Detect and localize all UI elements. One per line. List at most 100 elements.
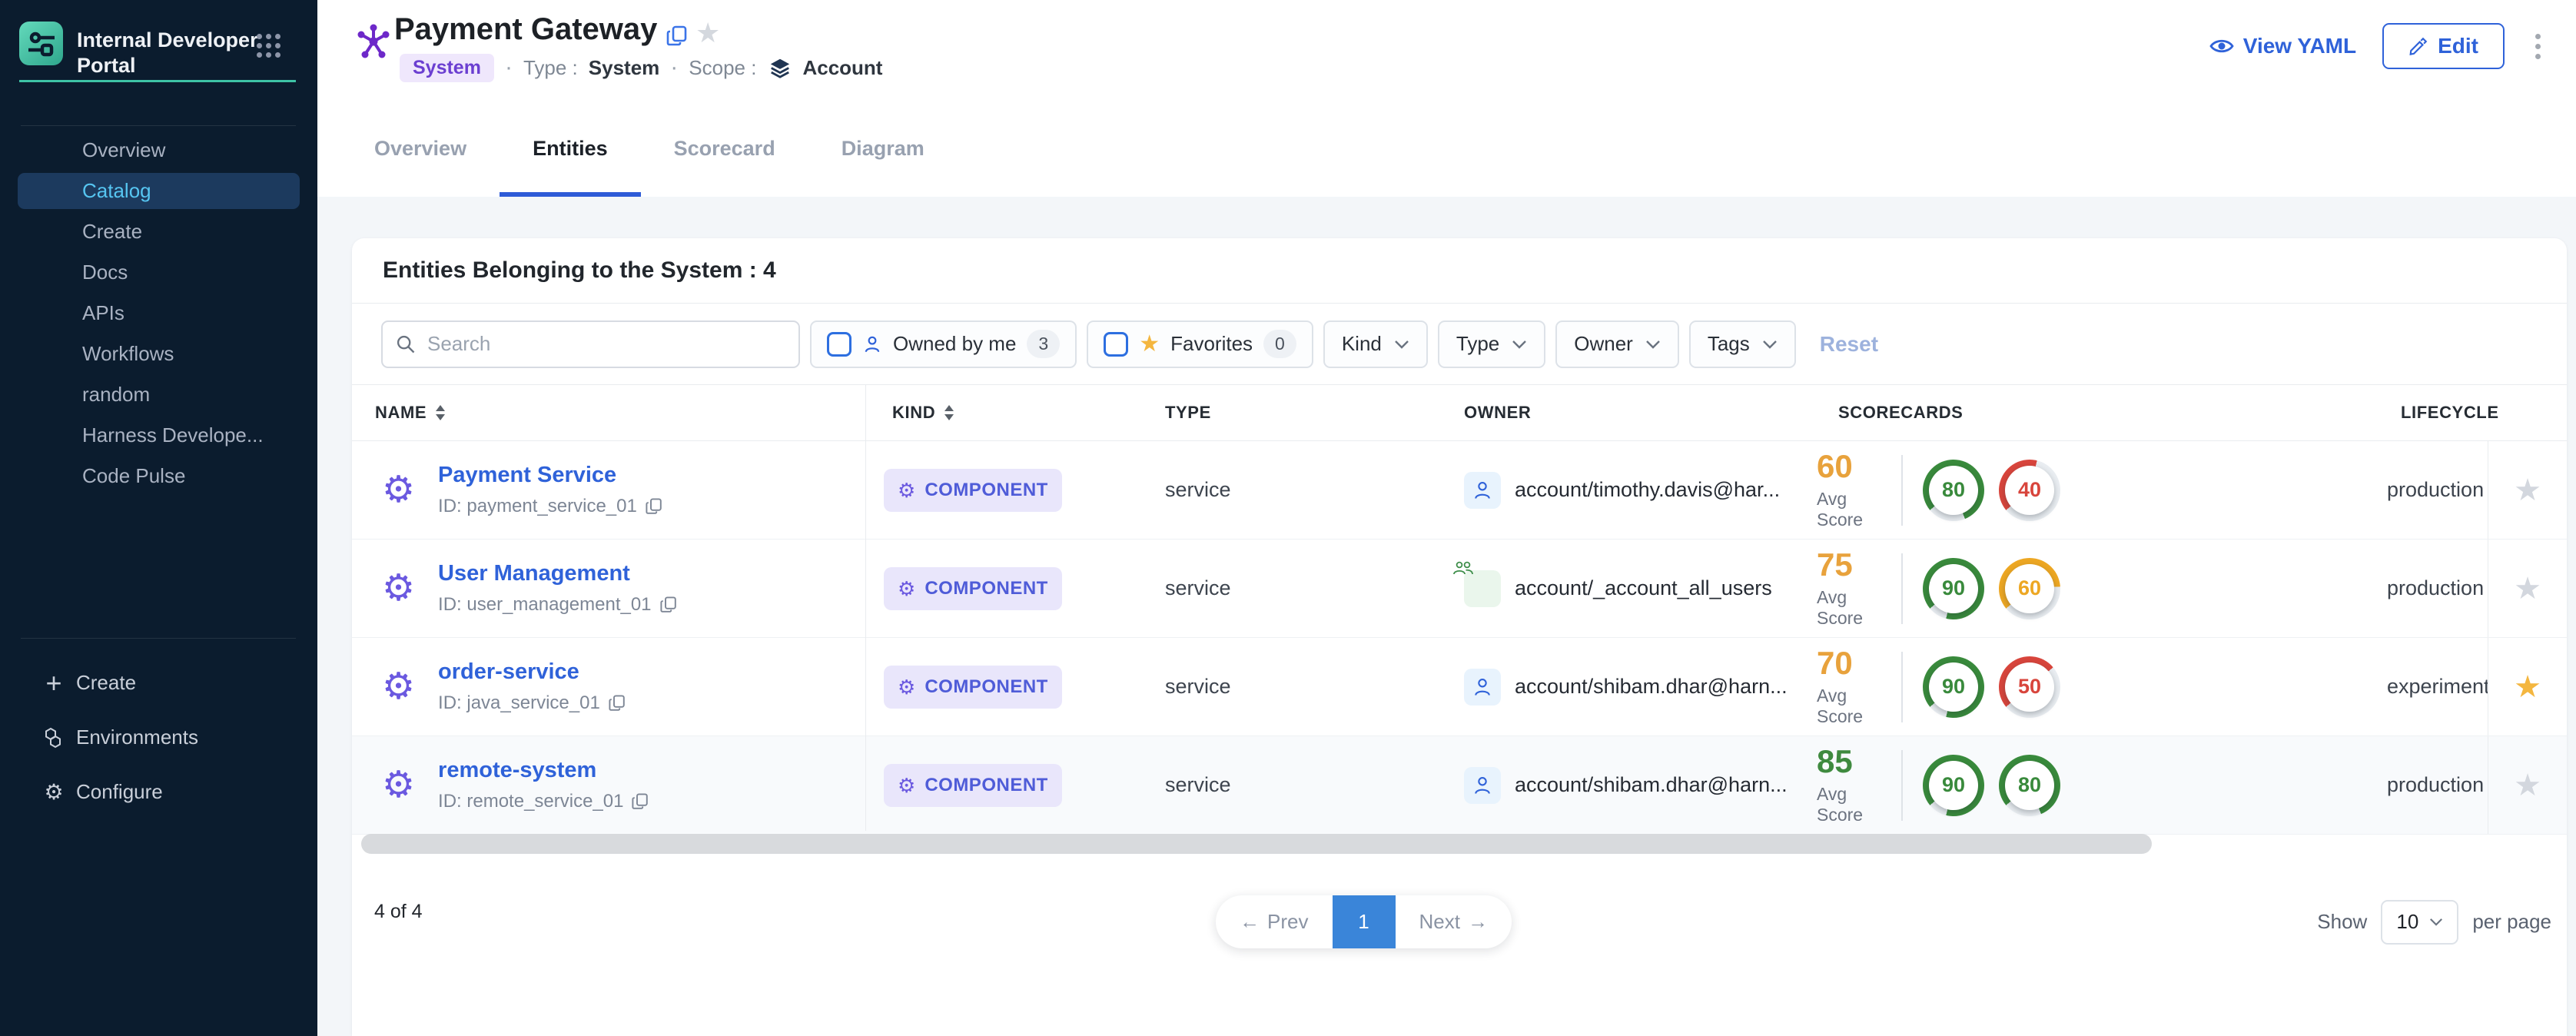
edit-button[interactable]: Edit <box>2382 23 2505 69</box>
favorites-count: 0 <box>1263 330 1296 358</box>
entity-link[interactable]: remote-system <box>438 758 596 782</box>
avg-score-value: 60 <box>1817 450 1897 483</box>
score-gauge: 60 <box>1999 558 2060 619</box>
score-gauge: 80 <box>1923 460 1984 521</box>
dot-separator: · <box>505 55 513 81</box>
favorite-star-icon[interactable]: ★ <box>2514 473 2541 508</box>
owner-avatar-icon <box>1464 570 1501 607</box>
owner-avatar-icon <box>1464 767 1501 804</box>
owner-name: account/timothy.davis@har... <box>1515 478 1780 502</box>
kind-dropdown[interactable]: Kind <box>1323 320 1428 368</box>
next-page-button[interactable]: Next → <box>1396 895 1512 948</box>
page-size-select[interactable]: 10 <box>2381 900 2458 945</box>
favorite-star-icon[interactable]: ★ <box>2514 571 2541 606</box>
per-page-label: per page <box>2472 910 2551 934</box>
favorite-star-icon[interactable]: ★ <box>2514 669 2541 705</box>
owner-dropdown[interactable]: Owner <box>1555 320 1679 368</box>
tab-scorecard[interactable]: Scorecard <box>641 100 808 197</box>
name-cell: ⚙ remote-system ID: remote_service_01 <box>352 736 865 834</box>
avg-score-label: Avg Score <box>1817 686 1897 727</box>
sidebar-item-create[interactable]: Create <box>0 211 317 252</box>
sidebar-item-catalog[interactable]: Catalog <box>18 173 300 209</box>
copy-id-icon[interactable] <box>659 596 678 614</box>
person-icon <box>862 334 882 354</box>
scorecards-cell: 70 Avg Score 90 50 <box>1791 638 2313 735</box>
sidebar-item-code-pulse[interactable]: Code Pulse <box>0 456 317 496</box>
sidebar-item-configure[interactable]: ⚙ Configure <box>0 765 317 819</box>
owned-by-me-checkbox[interactable] <box>827 332 851 357</box>
eye-icon <box>2209 37 2234 55</box>
sidebar-item-overview[interactable]: Overview <box>0 130 317 171</box>
favorite-star-icon[interactable]: ★ <box>2514 768 2541 803</box>
sidebar-item-random[interactable]: random <box>0 374 317 415</box>
owned-by-me-filter[interactable]: Owned by me 3 <box>810 320 1077 368</box>
brand-divider <box>19 80 296 82</box>
entity-id: ID: remote_service_01 <box>438 791 623 812</box>
avg-score-value: 85 <box>1817 745 1897 778</box>
score-divider <box>1901 652 1903 722</box>
kind-cell: ⚙ COMPONENT <box>865 638 1145 735</box>
more-options-kebab-icon[interactable] <box>2531 29 2545 64</box>
owner-name: account/_account_all_users <box>1515 576 1772 600</box>
view-yaml-button[interactable]: View YAML <box>2209 34 2356 58</box>
score-gauge: 40 <box>1999 460 2060 521</box>
idp-logo-icon[interactable] <box>19 22 63 65</box>
column-header-kind[interactable]: KIND <box>865 403 1145 423</box>
kind-cell: ⚙ COMPONENT <box>865 736 1145 834</box>
entity-link[interactable]: Payment Service <box>438 463 616 487</box>
component-gear-icon: ⚙ <box>382 570 415 607</box>
tab-overview[interactable]: Overview <box>341 100 500 197</box>
sidebar-bottom-label: Configure <box>76 780 163 804</box>
type-dropdown[interactable]: Type <box>1438 320 1545 368</box>
copy-title-icon[interactable] <box>666 25 689 48</box>
column-header-scorecards: SCORECARDS <box>1791 403 2313 423</box>
type-dropdown-label: Type <box>1456 332 1499 356</box>
copy-id-icon[interactable] <box>645 497 663 516</box>
avg-score-label: Avg Score <box>1817 489 1897 530</box>
sidebar-item-docs[interactable]: Docs <box>0 252 317 293</box>
sidebar-item-environments[interactable]: Environments <box>0 710 317 765</box>
copy-id-icon[interactable] <box>631 792 649 811</box>
favorite-cell: ★ <box>2488 441 2567 539</box>
chevron-down-icon <box>1762 340 1778 349</box>
sort-icon <box>944 405 954 420</box>
entity-kind-badge: System <box>400 54 494 82</box>
favorite-cell: ★ <box>2488 638 2567 735</box>
favorite-entity-star-icon[interactable]: ★ <box>695 17 720 49</box>
favorites-filter[interactable]: ★ Favorites 0 <box>1087 320 1313 368</box>
type-cell: service <box>1145 638 1445 735</box>
arrow-left-icon: ← <box>1240 910 1260 934</box>
copy-id-icon[interactable] <box>608 694 626 712</box>
type-cell: service <box>1145 736 1445 834</box>
component-gear-icon: ⚙ <box>382 767 415 804</box>
favorites-checkbox[interactable] <box>1104 332 1128 357</box>
module-grid-icon[interactable] <box>257 34 281 58</box>
reset-filters-button[interactable]: Reset <box>1820 332 1878 357</box>
scorecards-cell: 75 Avg Score 90 60 <box>1791 540 2313 637</box>
column-header-name[interactable]: NAME <box>352 403 865 423</box>
score-gauge: 50 <box>1999 656 2060 718</box>
page-1-button[interactable]: 1 <box>1333 895 1396 948</box>
sidebar-item-create-bottom[interactable]: + Create <box>0 656 317 710</box>
sidebar-item-apis[interactable]: APIs <box>0 293 317 334</box>
entity-link[interactable]: order-service <box>438 659 579 684</box>
entity-link[interactable]: User Management <box>438 561 630 586</box>
sidebar-item-harness-developer[interactable]: Harness Develope... <box>0 415 317 456</box>
chevron-down-icon <box>1512 340 1527 349</box>
chevron-down-icon <box>1645 340 1661 349</box>
tags-dropdown-label: Tags <box>1708 332 1750 356</box>
avg-score-label: Avg Score <box>1817 587 1897 629</box>
sidebar-item-workflows[interactable]: Workflows <box>0 334 317 374</box>
tab-entities[interactable]: Entities <box>500 100 641 197</box>
nav-divider-bottom <box>21 638 296 639</box>
prev-page-button[interactable]: ← Prev <box>1216 895 1333 948</box>
horizontal-scrollbar[interactable] <box>361 834 2152 854</box>
gear-icon: ⚙ <box>898 775 915 795</box>
search-input[interactable] <box>426 331 786 357</box>
tags-dropdown[interactable]: Tags <box>1689 320 1796 368</box>
table-row: ⚙ order-service ID: java_service_01 ⚙ <box>352 638 2567 736</box>
scorecards-cell: 85 Avg Score 90 80 <box>1791 736 2313 834</box>
tab-diagram[interactable]: Diagram <box>808 100 958 197</box>
star-icon: ★ <box>1139 330 1160 357</box>
gear-icon: ⚙ <box>898 480 915 500</box>
